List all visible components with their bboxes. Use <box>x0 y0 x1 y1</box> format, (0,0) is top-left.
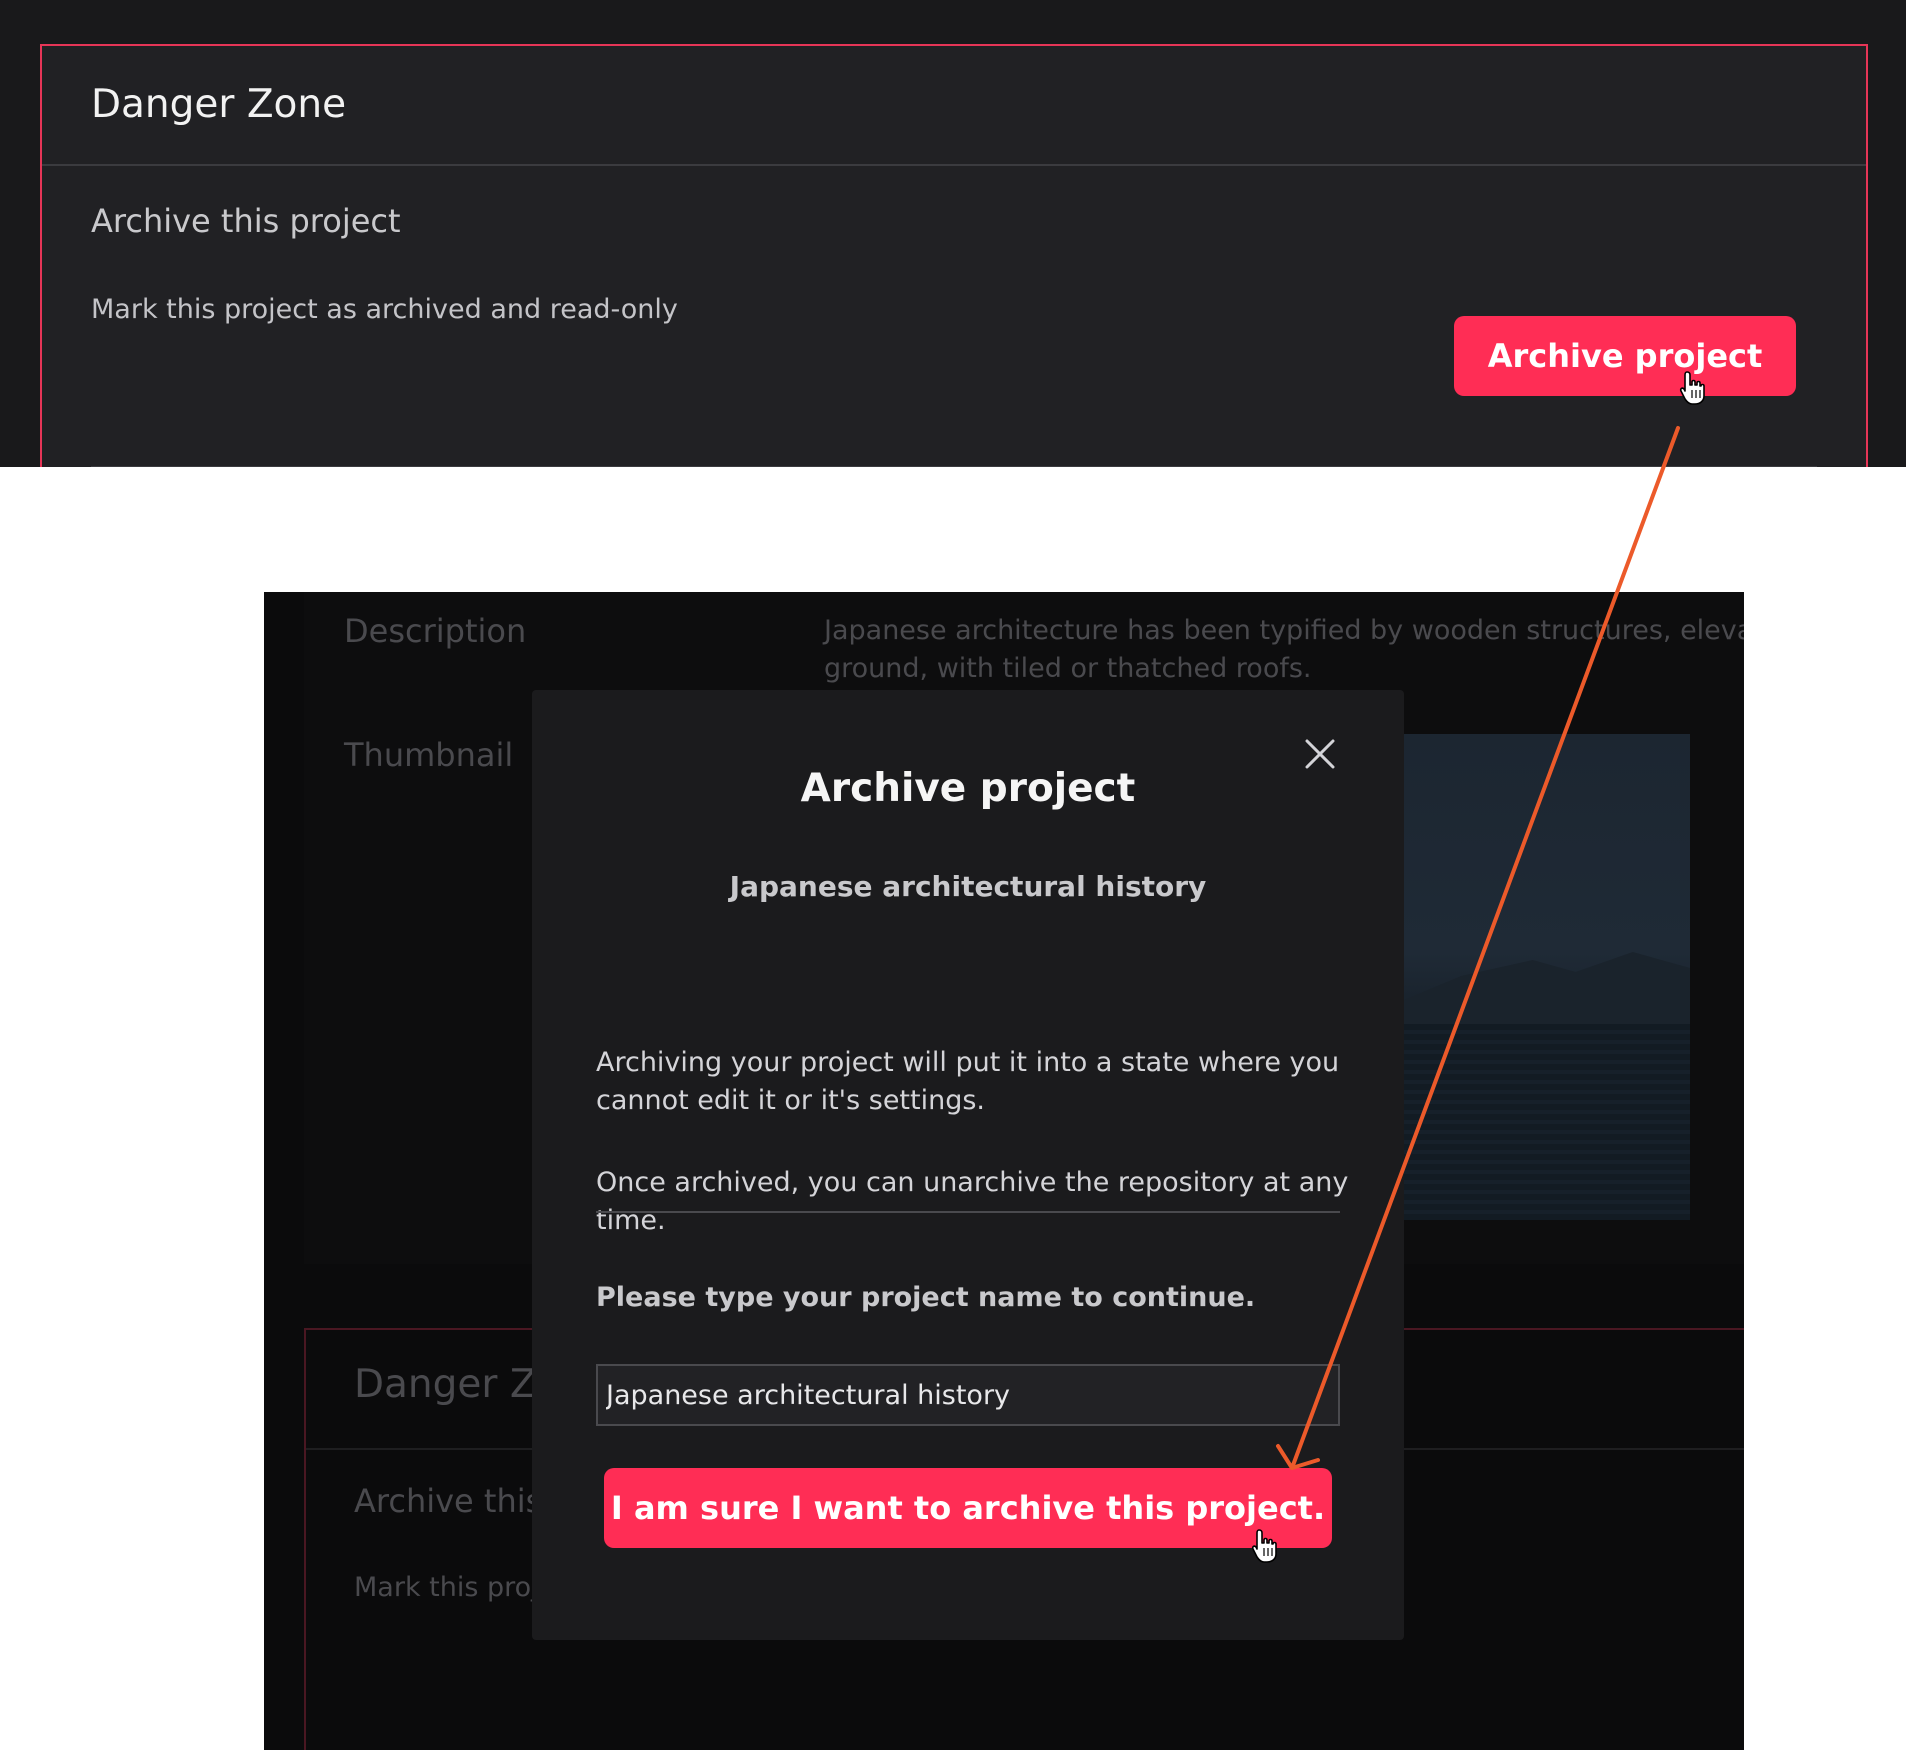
thumbnail-label: Thumbnail <box>344 736 514 774</box>
archive-project-button[interactable]: Archive project <box>1454 316 1796 396</box>
pointer-hand-cursor-icon <box>1251 1529 1277 1563</box>
modal-paragraph-1: Archiving your project will put it into … <box>596 1047 1340 1116</box>
thumbnail-sea <box>1404 1024 1690 1220</box>
bottom-screenshot-panel: Description Japanese architecture has be… <box>264 592 1744 1750</box>
danger-zone-divider <box>42 164 1866 166</box>
confirm-prompt: Please type your project name to continu… <box>596 1282 1256 1313</box>
background-archive-description: Mark this proj <box>354 1572 539 1603</box>
top-screenshot-panel: Danger Zone Archive this project Mark th… <box>0 0 1906 467</box>
thumbnail-image <box>1404 734 1690 1220</box>
project-name-input[interactable] <box>596 1364 1340 1426</box>
modal-divider <box>596 1211 1340 1213</box>
background-danger-zone-title: Danger Zo <box>354 1362 561 1407</box>
description-line-1: Japanese architecture has been typified … <box>824 615 1744 646</box>
thumbnail-mountains <box>1404 952 1690 1024</box>
modal-title: Archive project <box>800 766 1136 811</box>
danger-zone-title: Danger Zone <box>91 82 347 127</box>
description-line-2: ground, with tiled or thatched roofs. <box>824 653 1312 684</box>
background-archive-heading: Archive this <box>354 1482 543 1520</box>
modal-project-name: Japanese architectural history <box>729 870 1207 903</box>
modal-paragraph-2: Once archived, you can unarchive the rep… <box>596 1167 1349 1236</box>
danger-zone-card: Danger Zone Archive this project Mark th… <box>40 44 1868 467</box>
description-value: Japanese architecture has been typified … <box>824 612 1744 688</box>
archive-project-modal: Archive project Japanese architectural h… <box>532 690 1404 1640</box>
archive-description: Mark this project as archived and read-o… <box>91 294 678 325</box>
archive-heading: Archive this project <box>91 202 401 240</box>
danger-zone-bottom-divider <box>91 466 1817 467</box>
pointer-hand-cursor-icon <box>1679 371 1705 405</box>
description-label: Description <box>344 612 527 650</box>
confirm-archive-button[interactable]: I am sure I want to archive this project… <box>604 1468 1332 1548</box>
